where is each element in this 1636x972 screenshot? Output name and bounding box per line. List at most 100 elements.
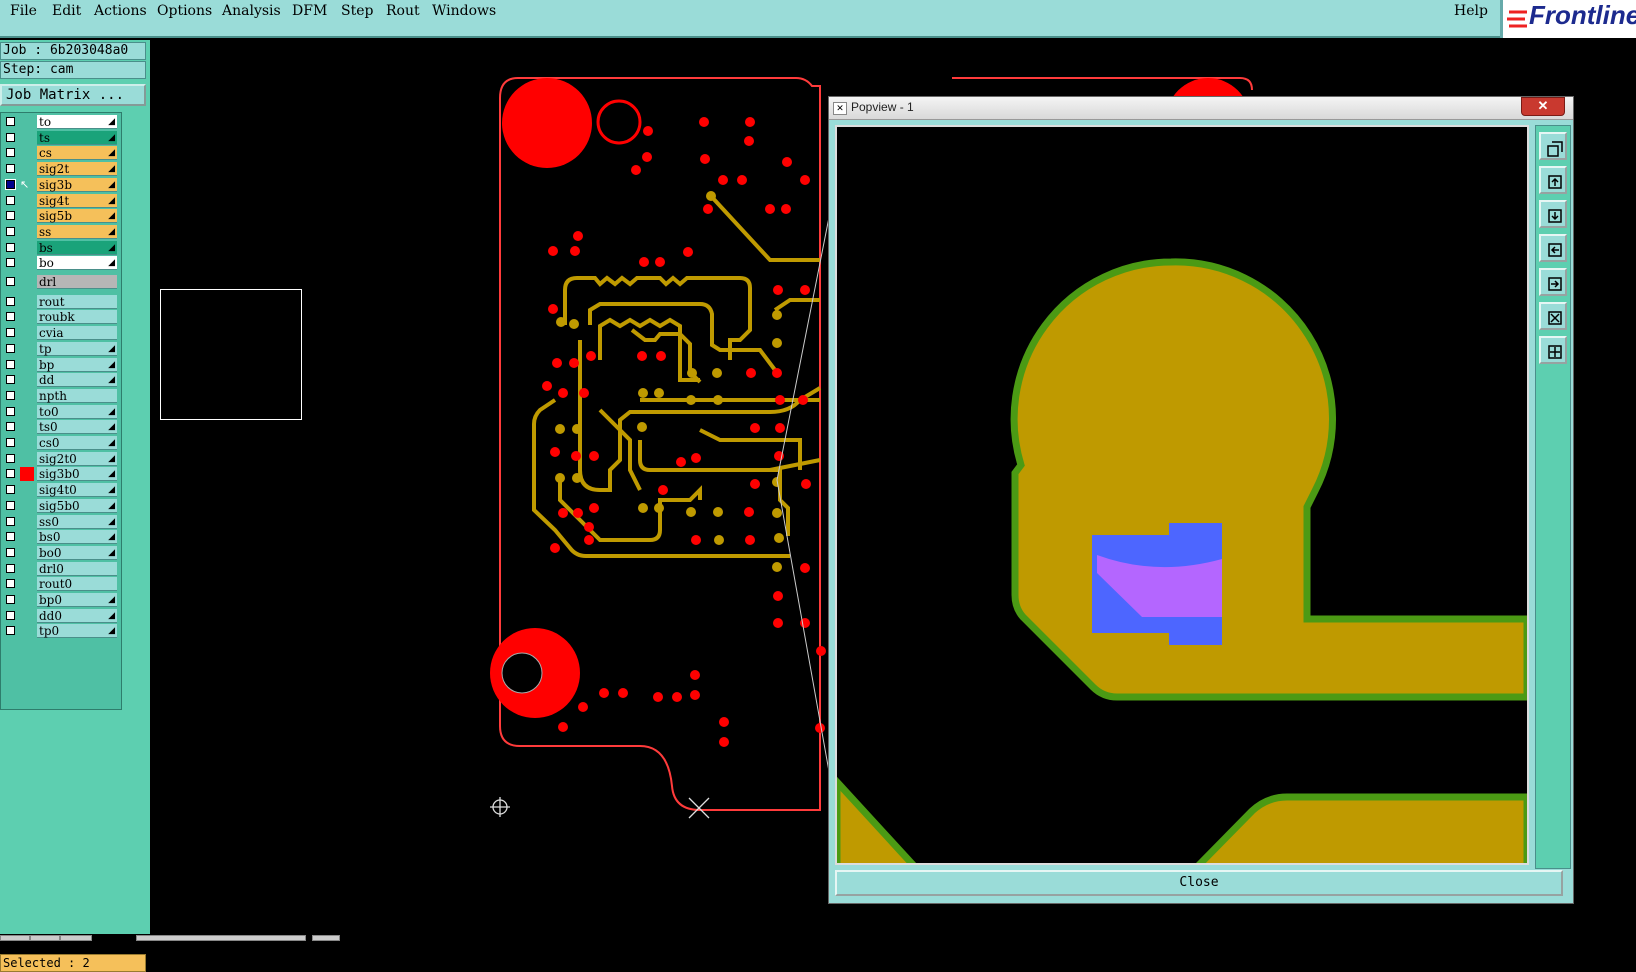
copy-view-icon[interactable] — [1539, 132, 1567, 160]
layer-row-ts0[interactable]: ts0 ◢ — [3, 420, 119, 435]
layer-row-sig2t0[interactable]: sig2t0 ◢ — [3, 451, 119, 467]
layer-color-swatch[interactable] — [20, 275, 34, 289]
popview-zoom-canvas[interactable] — [835, 125, 1529, 865]
layer-row-sig2t[interactable]: sig2t ◢ — [3, 162, 119, 177]
layer-checkbox[interactable] — [6, 579, 15, 589]
layer-popup-arrow-icon[interactable]: ◢ — [108, 115, 115, 129]
layer-checkbox[interactable] — [6, 258, 15, 268]
layer-checkbox[interactable] — [6, 469, 15, 479]
layer-row-bp0[interactable]: bp0 ◢ — [3, 593, 119, 608]
layer-row-sig5b[interactable]: sig5b ◢ — [3, 209, 119, 224]
layer-checkbox[interactable] — [6, 626, 15, 636]
layer-color-swatch[interactable] — [20, 389, 34, 403]
layer-checkbox[interactable] — [6, 164, 15, 174]
layer-name[interactable]: to ◢ — [37, 115, 117, 129]
zoom-home-icon[interactable] — [1539, 336, 1567, 364]
layer-checkbox[interactable] — [5, 178, 16, 190]
layer-color-swatch[interactable] — [20, 358, 34, 372]
layer-color-swatch[interactable] — [20, 373, 34, 387]
layer-name[interactable]: cs0 ◢ — [37, 436, 117, 450]
page-left-icon[interactable] — [1539, 234, 1567, 262]
layer-checkbox[interactable] — [6, 453, 15, 463]
layer-checkbox[interactable] — [6, 532, 15, 542]
layer-popup-arrow-icon[interactable]: ◢ — [108, 483, 115, 497]
layer-row-bs[interactable]: bs ◢ — [3, 240, 119, 256]
layer-color-swatch[interactable] — [20, 624, 34, 638]
layer-row-to0[interactable]: to0 ◢ — [3, 404, 119, 420]
layer-color-swatch[interactable] — [20, 562, 34, 576]
layer-row-bs0[interactable]: bs0 ◢ — [3, 530, 119, 545]
layer-color-swatch[interactable] — [20, 499, 34, 513]
layer-color-swatch[interactable] — [20, 593, 34, 607]
layer-row-npth[interactable]: npth — [3, 388, 119, 404]
menu-windows[interactable]: Windows — [432, 3, 496, 19]
layer-row-roubk[interactable]: roubk — [3, 310, 119, 325]
layer-color-swatch[interactable] — [20, 577, 34, 591]
layer-checkbox[interactable] — [6, 375, 15, 385]
layer-name[interactable]: rout — [37, 294, 117, 309]
layer-checkbox[interactable] — [6, 195, 15, 205]
layer-name[interactable]: bs ◢ — [37, 240, 117, 255]
layer-color-swatch[interactable] — [20, 146, 34, 160]
layer-name[interactable]: roubk — [37, 310, 117, 325]
layer-row-cs[interactable]: cs ◢ — [3, 146, 119, 161]
layer-name[interactable]: dd0 ◢ — [37, 608, 117, 623]
layer-popup-arrow-icon[interactable]: ◢ — [108, 162, 115, 176]
layer-popup-arrow-icon[interactable]: ◢ — [108, 146, 115, 160]
layer-name[interactable]: npth — [37, 388, 117, 403]
layer-row-ts[interactable]: ts ◢ — [3, 130, 119, 146]
menu-help[interactable]: Help — [1454, 3, 1488, 19]
layer-row-dd[interactable]: dd ◢ — [3, 373, 119, 388]
layer-row-sig3b[interactable]: ↖ sig3b ◢ — [3, 177, 119, 193]
layer-popup-arrow-icon[interactable]: ◢ — [108, 530, 115, 544]
layer-color-swatch[interactable] — [20, 467, 34, 482]
layer-name[interactable]: drl — [37, 275, 117, 289]
layer-checkbox[interactable] — [6, 132, 15, 142]
layer-checkbox[interactable] — [6, 117, 15, 126]
menu-actions[interactable]: Actions — [94, 3, 147, 19]
layer-row-sig4t0[interactable]: sig4t0 ◢ — [3, 483, 119, 498]
layer-name[interactable]: ss0 ◢ — [37, 514, 117, 529]
layer-name[interactable]: sig2t ◢ — [37, 162, 117, 177]
layer-popup-arrow-icon[interactable]: ◢ — [108, 358, 115, 372]
layer-name[interactable]: tp0 ◢ — [37, 624, 117, 639]
layer-checkbox[interactable] — [6, 563, 15, 573]
layer-name[interactable]: dd ◢ — [37, 373, 117, 388]
layer-checkbox[interactable] — [6, 242, 15, 252]
layer-popup-arrow-icon[interactable]: ◢ — [108, 373, 115, 387]
layer-row-ss0[interactable]: ss0 ◢ — [3, 514, 119, 530]
layer-popup-arrow-icon[interactable]: ◢ — [108, 546, 115, 560]
layer-popup-arrow-icon[interactable]: ◢ — [108, 209, 115, 223]
layer-row-sig3b0[interactable]: sig3b0 ◢ — [3, 467, 119, 482]
layer-popup-arrow-icon[interactable]: ◢ — [108, 593, 115, 607]
layer-row-ss[interactable]: ss ◢ — [3, 224, 119, 240]
menu-step[interactable]: Step — [341, 3, 373, 19]
page-down-icon[interactable] — [1539, 200, 1567, 228]
layer-row-rout[interactable]: rout — [3, 294, 119, 310]
layer-name[interactable]: sig4t ◢ — [37, 193, 117, 208]
layer-name[interactable]: sig3b0 ◢ — [37, 467, 117, 482]
layer-color-swatch[interactable] — [20, 420, 34, 434]
layer-row-cs0[interactable]: cs0 ◢ — [3, 436, 119, 451]
layer-color-swatch[interactable] — [20, 546, 34, 560]
layer-row-dd0[interactable]: dd0 ◢ — [3, 608, 119, 624]
zoom-fit-icon[interactable] — [1539, 302, 1567, 330]
page-up-icon[interactable] — [1539, 166, 1567, 194]
layer-checkbox[interactable] — [6, 312, 15, 322]
layer-name[interactable]: sig5b ◢ — [37, 209, 117, 224]
layer-color-swatch[interactable] — [20, 326, 34, 340]
layer-color-swatch[interactable] — [20, 131, 34, 145]
layer-popup-arrow-icon[interactable]: ◢ — [108, 467, 115, 481]
layer-checkbox[interactable] — [6, 148, 15, 158]
menu-options[interactable]: Options — [157, 3, 212, 19]
layer-checkbox[interactable] — [6, 277, 15, 286]
pad-with-trace[interactable] — [1010, 258, 1527, 701]
layer-name[interactable]: sig5b0 ◢ — [37, 498, 117, 513]
layer-checkbox[interactable] — [6, 406, 15, 416]
layer-popup-arrow-icon[interactable]: ◢ — [108, 436, 115, 450]
layer-color-swatch[interactable] — [20, 342, 34, 356]
layer-color-swatch[interactable] — [20, 194, 34, 208]
layer-popup-arrow-icon[interactable]: ◢ — [108, 178, 115, 192]
layer-row-bo0[interactable]: bo0 ◢ — [3, 545, 119, 561]
layer-popup-arrow-icon[interactable]: ◢ — [108, 609, 115, 623]
